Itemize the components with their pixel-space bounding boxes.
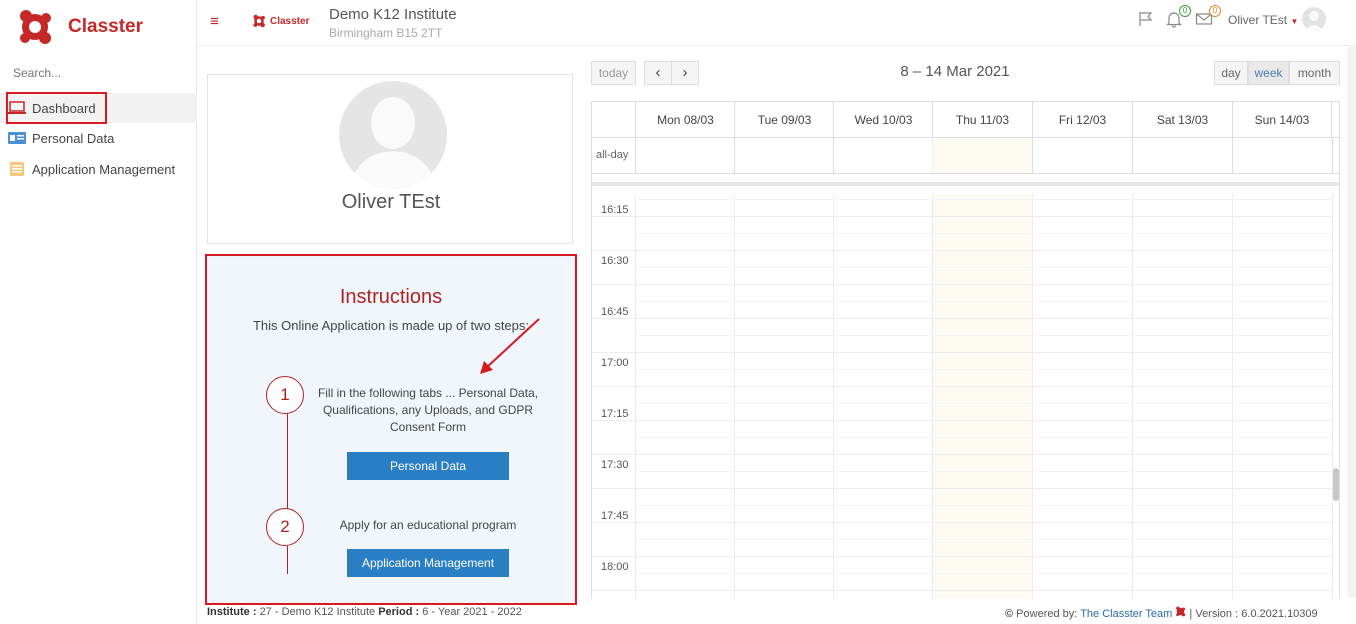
time-label: 17:45 bbox=[601, 510, 629, 522]
annotation-highlight-box bbox=[6, 92, 107, 124]
messages-button[interactable]: 0 bbox=[1195, 5, 1221, 28]
form-icon bbox=[10, 162, 24, 176]
step-text: Apply for an educational program bbox=[339, 518, 517, 532]
sidebar-item-application-management[interactable]: Application Management bbox=[0, 154, 197, 184]
user-avatar[interactable] bbox=[1302, 7, 1326, 31]
copyright-icon: © bbox=[1005, 608, 1014, 620]
day-header: Tue 09/03 bbox=[734, 102, 834, 138]
time-label: 16:45 bbox=[601, 306, 629, 318]
day-header: Thu 11/03 bbox=[932, 102, 1032, 138]
classter-team-link[interactable]: The Classter Team bbox=[1080, 608, 1172, 620]
time-label: 16:15 bbox=[601, 204, 629, 216]
allday-separator bbox=[592, 182, 1339, 186]
top-bar: ≡ Classter Demo K12 Institute Birmingham… bbox=[197, 0, 1356, 46]
profile-avatar bbox=[339, 81, 447, 189]
classter-logo-icon bbox=[253, 14, 265, 28]
allday-label: all-day bbox=[596, 149, 629, 161]
sidebar: Classter Dashboard Personal Data Applica… bbox=[0, 0, 197, 624]
sidebar-search-input[interactable] bbox=[13, 66, 183, 80]
institute-name: Demo K12 Institute bbox=[329, 6, 457, 23]
notifications-button[interactable]: 0 bbox=[1165, 5, 1191, 28]
day-header: Sun 14/03 bbox=[1232, 102, 1332, 138]
sidebar-item-label: Application Management bbox=[32, 161, 176, 177]
user-name: Oliver TEst bbox=[1228, 13, 1288, 27]
brand-name: Classter bbox=[68, 16, 143, 37]
view-week-button[interactable]: week bbox=[1248, 61, 1289, 85]
application-management-button[interactable]: Application Management bbox=[347, 549, 509, 577]
time-label: 17:30 bbox=[601, 459, 629, 471]
avatar-silhouette-icon bbox=[1305, 11, 1323, 31]
classter-logo-icon bbox=[1176, 606, 1186, 617]
step-number: 1 bbox=[266, 376, 304, 414]
day-header: Mon 08/03 bbox=[635, 102, 735, 138]
calendar-scrollbar-thumb[interactable] bbox=[1333, 468, 1339, 501]
time-label: 16:30 bbox=[601, 255, 629, 267]
footer-period-label: Period : bbox=[378, 606, 420, 618]
profile-card: Oliver TEst bbox=[207, 74, 573, 244]
calendar-header-row: Mon 08/03 Tue 09/03 Wed 10/03 Thu 11/03 … bbox=[592, 102, 1339, 138]
powered-by-label: Powered by: bbox=[1016, 608, 1078, 620]
messages-badge: 0 bbox=[1209, 5, 1221, 17]
prev-week-button[interactable]: ‹ bbox=[644, 61, 672, 85]
footer-period-value: 6 - Year 2021 - 2022 bbox=[422, 606, 522, 618]
time-label: 17:00 bbox=[601, 357, 629, 369]
id-card-icon bbox=[8, 132, 26, 144]
page-scrollbar[interactable] bbox=[1347, 47, 1356, 597]
menu-toggle-icon[interactable]: ≡ bbox=[210, 14, 222, 29]
today-button[interactable]: today bbox=[591, 61, 636, 85]
footer-institute-value: 27 - Demo K12 Institute bbox=[259, 606, 376, 618]
small-brand-name: Classter bbox=[270, 15, 310, 27]
next-week-button[interactable]: › bbox=[671, 61, 699, 85]
sidebar-item-label: Personal Data bbox=[32, 130, 115, 146]
institute-address: Birmingham B15 2TT bbox=[329, 26, 443, 40]
notifications-badge: 0 bbox=[1179, 5, 1191, 17]
version-text: | Version : 6.0.2021.10309 bbox=[1189, 608, 1318, 620]
view-day-button[interactable]: day bbox=[1214, 61, 1248, 85]
instructions-title: Instructions bbox=[339, 286, 443, 308]
day-header: Fri 12/03 bbox=[1032, 102, 1132, 138]
brand-logo[interactable]: Classter bbox=[16, 8, 143, 46]
annotation-arrow bbox=[480, 318, 540, 374]
profile-name: Oliver TEst bbox=[341, 191, 441, 213]
step-connector-line bbox=[287, 546, 288, 574]
step-text: Fill in the following tabs ... Personal … bbox=[317, 386, 539, 434]
avatar-silhouette-icon bbox=[349, 97, 437, 189]
time-grid[interactable]: 16:15 16:30 16:45 17:00 17:15 17:30 17:4… bbox=[592, 194, 1339, 599]
classter-logo-icon bbox=[20, 10, 51, 44]
day-header: Wed 10/03 bbox=[833, 102, 933, 138]
view-month-button[interactable]: month bbox=[1289, 61, 1340, 85]
week-calendar: Mon 08/03 Tue 09/03 Wed 10/03 Thu 11/03 … bbox=[591, 101, 1340, 599]
personal-data-button[interactable]: Personal Data bbox=[347, 452, 509, 480]
footer-credits: © Powered by: The Classter Team | Versio… bbox=[1005, 606, 1318, 620]
calendar-range-title: 8 – 14 Mar 2021 bbox=[900, 63, 1010, 80]
instructions-panel: Instructions This Online Application is … bbox=[205, 254, 577, 605]
time-label: 18:00 bbox=[601, 561, 629, 573]
allday-row: all-day bbox=[592, 138, 1339, 174]
footer-info: Institute : 27 - Demo K12 Institute Peri… bbox=[207, 606, 522, 618]
footer-institute-label: Institute : bbox=[207, 606, 257, 618]
day-header: Sat 13/03 bbox=[1132, 102, 1232, 138]
step-connector-line bbox=[287, 413, 288, 511]
step-number: 2 bbox=[266, 508, 304, 546]
time-label: 17:15 bbox=[601, 408, 629, 420]
user-menu[interactable]: Oliver TEst ▼ bbox=[1228, 13, 1298, 27]
caret-down-icon: ▼ bbox=[1290, 17, 1299, 26]
flag-icon[interactable] bbox=[1137, 10, 1155, 28]
small-brand-logo: Classter bbox=[252, 14, 309, 28]
sidebar-item-personal-data[interactable]: Personal Data bbox=[0, 123, 197, 153]
